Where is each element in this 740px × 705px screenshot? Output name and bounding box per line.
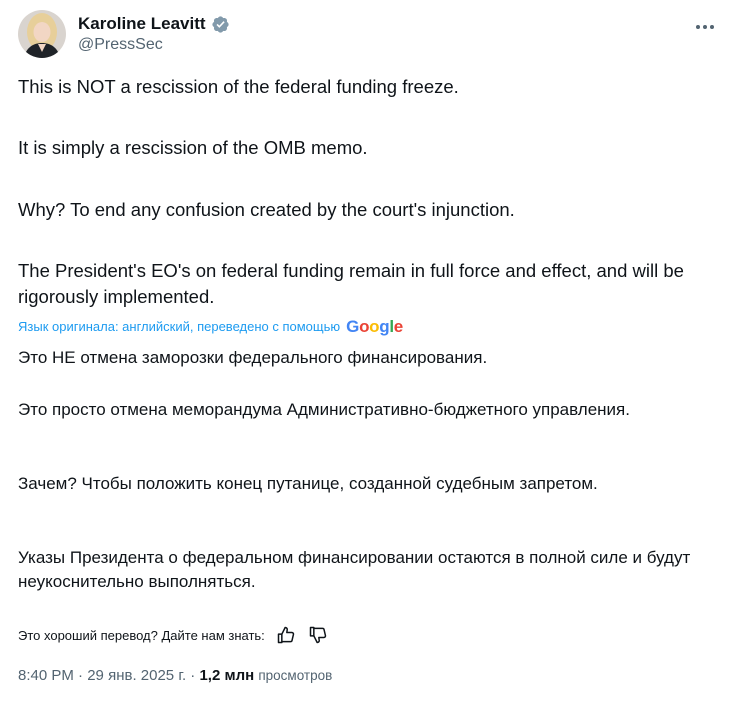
- translation-note[interactable]: Язык оригинала: английский, переведено с…: [18, 318, 403, 335]
- meta-separator: ·: [78, 667, 88, 684]
- thumbs-up-icon[interactable]: [275, 624, 297, 646]
- translation-feedback: Это хороший перевод? Дайте нам знать:: [18, 624, 329, 646]
- tweet-header: Karoline Leavitt @PressSec: [18, 8, 722, 60]
- original-paragraph-3: Why? To end any confusion created by the…: [18, 199, 515, 220]
- original-paragraph-1: This is NOT a rescission of the federal …: [18, 76, 459, 97]
- translated-paragraph-4: Указы Президента о федеральном финансиро…: [18, 548, 691, 591]
- thumbs-down-icon[interactable]: [307, 624, 329, 646]
- tweet-time[interactable]: 8:40 PM: [18, 667, 74, 684]
- name-row: Karoline Leavitt: [78, 14, 230, 34]
- google-logo: Google: [346, 317, 403, 336]
- views-label: просмотров: [258, 668, 333, 683]
- display-name[interactable]: Karoline Leavitt: [78, 14, 206, 34]
- user-handle[interactable]: @PressSec: [78, 36, 163, 54]
- original-paragraph-4: The President's EO's on federal funding …: [18, 260, 684, 307]
- translation-note-label: Язык оригинала: английский, переведено с…: [18, 319, 341, 334]
- tweet-date[interactable]: 29 янв. 2025 г.: [87, 667, 186, 684]
- verified-badge-icon: [211, 15, 230, 34]
- tweet: Karoline Leavitt @PressSec This is NOT a…: [0, 0, 740, 705]
- translated-paragraph-2: Это просто отмена меморандума Администра…: [18, 400, 630, 419]
- translated-paragraph-1: Это НЕ отмена заморозки федерального фин…: [18, 348, 488, 367]
- feedback-prompt: Это хороший перевод? Дайте нам знать:: [18, 627, 265, 643]
- avatar[interactable]: [18, 10, 66, 58]
- more-options-icon[interactable]: [690, 12, 720, 42]
- tweet-meta: 8:40 PM · 29 янв. 2025 г. · 1,2 млн прос…: [18, 667, 332, 684]
- original-paragraph-2: It is simply a rescission of the OMB mem…: [18, 137, 368, 158]
- views-count: 1,2 млн: [199, 667, 255, 684]
- translated-paragraph-3: Зачем? Чтобы положить конец путанице, со…: [18, 474, 598, 493]
